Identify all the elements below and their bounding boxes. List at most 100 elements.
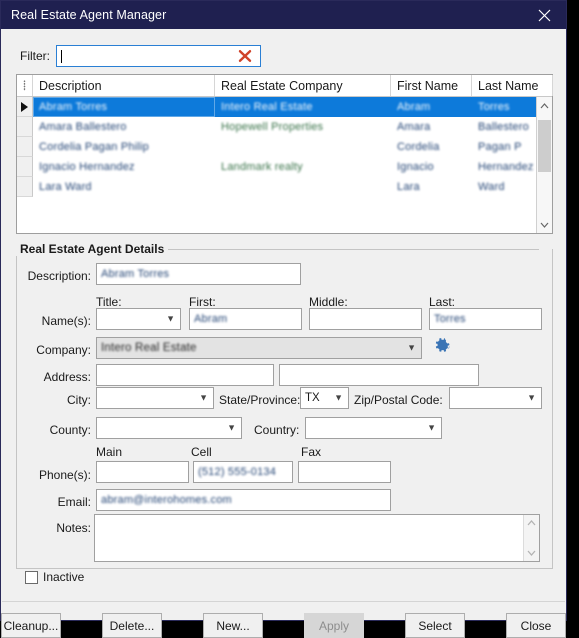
scrollbar-track[interactable] [537,114,552,216]
chevron-down-icon: ▼ [527,392,536,403]
cell-text: Amara [397,121,431,133]
red-x-clear-icon[interactable] [238,49,252,63]
notes-scroll-down-button[interactable] [524,545,539,561]
notes-scrollbar[interactable] [523,515,539,561]
last-name-value: Torres [434,313,466,325]
company-combo[interactable]: Intero Real Estate ▼ [96,337,422,359]
description-value: Abram Torres [101,268,170,280]
notes-scroll-up-button[interactable] [524,515,539,531]
phone-main-label: Main [96,445,123,459]
row-selector[interactable] [17,177,33,197]
column-header-first-name[interactable]: First Name [391,75,472,96]
email-label: Email: [57,495,91,509]
cell-last: Ballestero [472,117,536,137]
grid-header-row: Description Real Estate Company First Na… [17,75,553,97]
cell-last: Torres [472,97,536,117]
state-value: TX [305,392,320,404]
filter-row: Filter: [20,45,261,67]
table-row[interactable]: Abram Torres Intero Real Estate Abram Torre… [17,97,536,117]
inactive-label: Inactive [43,570,85,584]
filter-input[interactable] [56,45,261,67]
cell-company [215,137,391,157]
scrollbar-thumb[interactable] [538,120,551,172]
first-name-value: Abram [194,313,228,325]
footer-button-row: Cleanup... Delete... New... Apply Select Clos… [1,613,566,638]
address-line2-input[interactable] [279,364,479,386]
description-input[interactable]: Abram Torres [96,263,301,285]
cell-first: Abram [391,97,472,117]
phones-label: Phone(s): [38,468,91,482]
cell-first: Amara [391,117,472,137]
table-row[interactable]: Ignacio Hernandez Landmark realty Ignacio H… [17,157,536,177]
scroll-down-button[interactable] [537,216,552,233]
cell-last: Ward [472,177,536,197]
cleanup-button[interactable]: Cleanup... [1,613,61,638]
details-group-title: Real Estate Agent Details [16,242,169,256]
city-combo[interactable]: ▼ [96,387,214,409]
cell-company [215,177,391,197]
country-combo[interactable]: ▼ [305,417,442,439]
zip-combo[interactable]: ▼ [449,387,542,409]
phone-cell-value: (512) 555-0134 [198,466,277,478]
state-combo[interactable]: TX ▼ [300,387,349,409]
delete-button[interactable]: Delete... [102,613,162,638]
grid-rows: Abram Torres Intero Real Estate Abram Torre… [17,97,536,233]
apply-button: Apply [304,613,364,638]
close-window-button[interactable] [522,1,566,29]
column-header-last-name[interactable]: Last Name [472,75,553,96]
first-label: First: [189,295,216,309]
city-label: City: [67,393,91,407]
title-combo[interactable]: ▼ [96,308,181,330]
checkbox-box[interactable] [25,570,38,584]
close-button[interactable]: Close [506,613,566,638]
cell-description: Lara Ward [33,177,215,197]
gear-icon[interactable] [434,337,452,355]
phone-main-input[interactable] [96,461,189,483]
new-button[interactable]: New... [203,613,263,638]
column-header-real-estate-company[interactable]: Real Estate Company [215,75,391,96]
notes-textarea[interactable] [94,514,540,562]
scroll-up-button[interactable] [537,97,552,114]
cell-first: Cordelia [391,137,472,157]
address-line1-input[interactable] [96,364,274,386]
row-selector[interactable] [17,157,33,177]
cell-text: Hopewell Properties [221,121,324,133]
agents-grid[interactable]: Description Real Estate Company First Na… [16,74,553,234]
cell-description: Amara Ballestero [33,117,215,137]
row-selector[interactable] [17,117,33,137]
grid-grip-header [17,75,33,96]
first-name-input[interactable]: Abram [189,308,302,330]
phone-fax-input[interactable] [298,461,391,483]
close-icon [538,9,550,21]
cell-text: Cordelia Pagan Philip [39,141,149,153]
table-row[interactable]: Lara Ward Lara Ward [17,177,536,197]
filter-label: Filter: [20,49,50,63]
column-header-description[interactable]: Description [33,75,215,96]
cell-text: Intero Real Estate [221,101,313,113]
table-row[interactable]: Amara Ballestero Hopewell Properties Amara… [17,117,536,137]
phone-cell-label: Cell [191,445,212,459]
email-input[interactable]: abram@interohomes.com [96,489,391,511]
last-name-input[interactable]: Torres [429,308,542,330]
cell-text: Pagan P [478,141,522,153]
state-label: State/Province: [219,393,301,407]
inactive-checkbox[interactable]: Inactive [25,570,84,584]
notes-label: Notes: [56,521,91,535]
grid-vertical-scrollbar[interactable] [536,97,552,233]
notes-value[interactable] [95,515,523,561]
table-row[interactable]: Cordelia Pagan Philip Cordelia Pagan P [17,137,536,157]
row-selector[interactable] [17,137,33,157]
cell-text: Amara Ballestero [39,121,127,133]
select-button[interactable]: Select [405,613,465,638]
county-combo[interactable]: ▼ [96,417,242,439]
cell-last: Hernandez [472,157,536,177]
cell-text: Torres [478,101,510,113]
chevron-down-icon: ▼ [166,313,175,324]
company-label: Company: [36,343,91,357]
phone-cell-input[interactable]: (512) 555-0134 [193,461,293,483]
chevron-up-icon [540,102,549,108]
row-selector[interactable] [17,97,33,117]
middle-name-input[interactable] [309,308,422,330]
window-title: Real Estate Agent Manager [11,8,167,22]
cell-text: Cordelia [397,141,440,153]
